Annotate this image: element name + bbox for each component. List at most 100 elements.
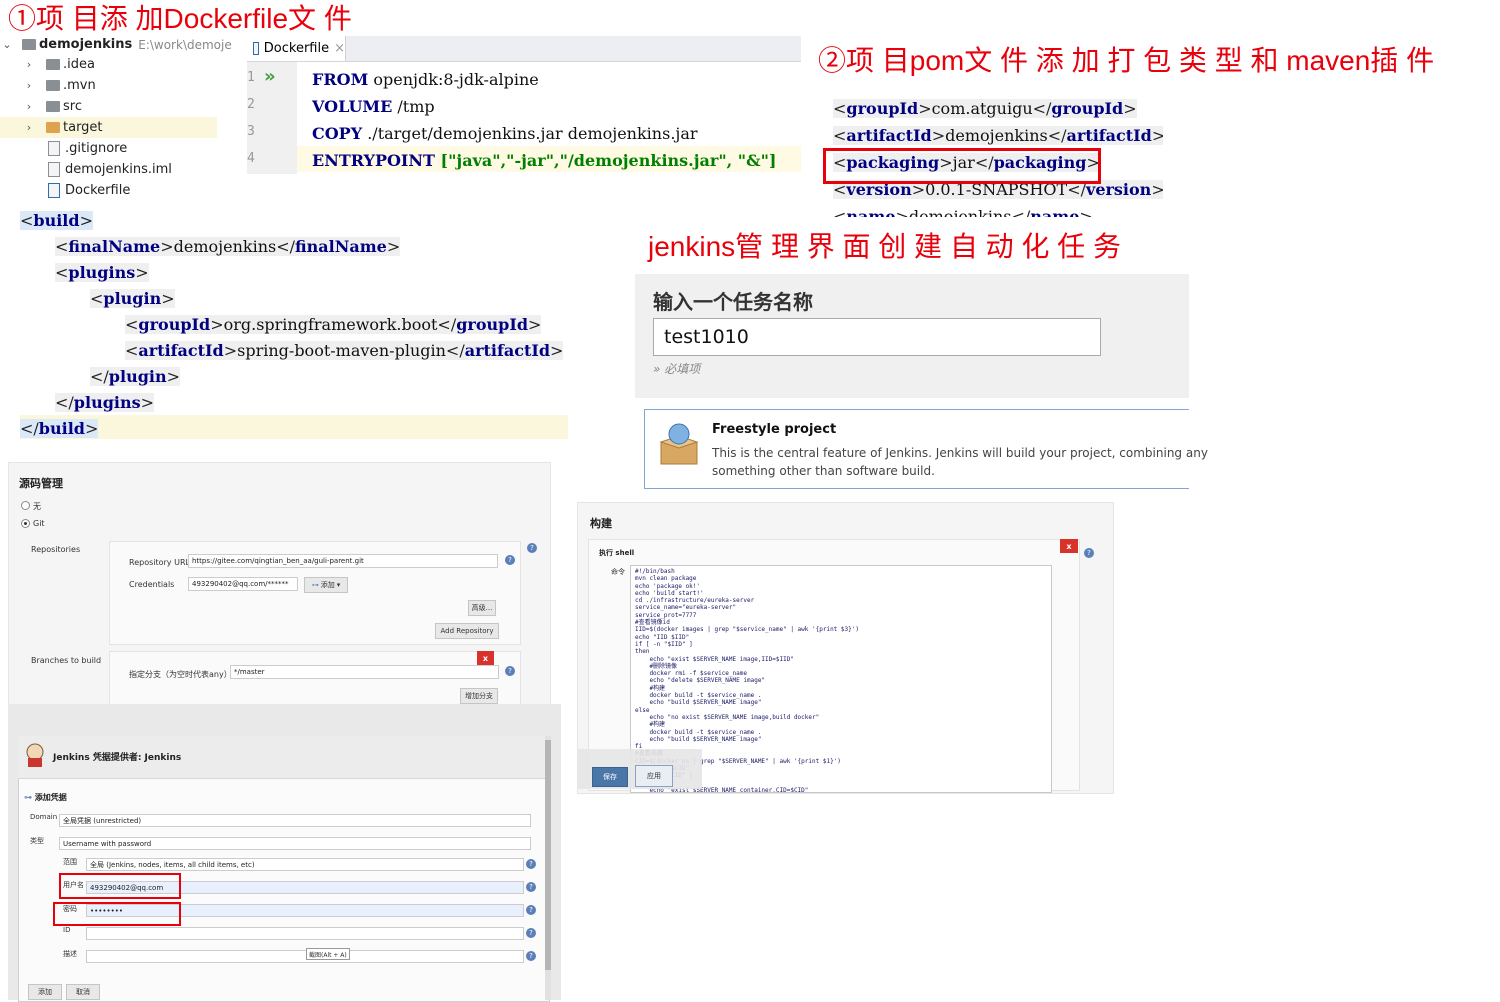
pom-line-groupid: <groupId>com.atguigu</groupId> xyxy=(833,99,1137,118)
add-credentials-label: 添加 xyxy=(320,581,335,589)
packaging-highlight-box xyxy=(823,148,1101,184)
keyword: VOLUME xyxy=(312,97,393,116)
cancel-button[interactable]: 取消 xyxy=(66,984,100,1000)
help-icon[interactable]: ? xyxy=(526,951,536,961)
code-text: openjdk:8-jdk-alpine xyxy=(368,70,539,89)
section-label: 添加凭据 xyxy=(34,793,67,802)
add-credentials-button[interactable]: ⊶ 添加 ▾ xyxy=(304,577,348,593)
freestyle-project-icon xyxy=(655,420,703,468)
apply-button[interactable]: 应用 xyxy=(635,765,673,787)
help-icon[interactable]: ? xyxy=(505,555,515,565)
branch-spec-input[interactable]: */master xyxy=(230,665,499,679)
close-icon[interactable]: × xyxy=(334,41,345,56)
code-line: COPY ./target/demojenkins.jar demojenkin… xyxy=(312,124,698,143)
tree-item-idea[interactable]: › .idea xyxy=(0,54,247,75)
radio-none[interactable] xyxy=(21,501,30,510)
add-repository-button[interactable]: Add Repository xyxy=(435,623,499,639)
build-panel: 构建 执行 shell x ? 命令 #!/bin/bash mvn clean… xyxy=(577,502,1114,794)
freestyle-desc-1: This is the central feature of Jenkins. … xyxy=(712,446,1208,460)
folder-icon xyxy=(46,122,60,133)
command-label: 命令 xyxy=(611,568,625,576)
help-icon[interactable]: ? xyxy=(526,882,536,892)
xml-plugins-open: <plugins> xyxy=(55,263,149,282)
keyword: COPY xyxy=(312,124,363,143)
shell-step-title: 执行 shell xyxy=(599,549,635,557)
tree-item-gitignore[interactable]: .gitignore xyxy=(0,138,247,159)
tree-root[interactable]: ⌄ demojenkins E:\work\demoje xyxy=(0,34,247,55)
add-branch-button[interactable]: 增加分支 xyxy=(460,688,498,704)
tree-item-label: target xyxy=(63,120,103,135)
repo-url-label: Repository URL xyxy=(129,558,190,567)
tree-item-label: .mvn xyxy=(63,78,96,93)
dialog-scrollbar[interactable] xyxy=(545,736,551,1000)
delete-step-button[interactable]: x xyxy=(1060,539,1078,553)
chevron-right-icon[interactable]: › xyxy=(22,79,36,92)
credentials-dialog-title: Jenkins 凭据提供者: Jenkins xyxy=(53,753,182,763)
line-highlight xyxy=(20,415,568,439)
freestyle-project-option[interactable]: Freestyle project This is the central fe… xyxy=(644,409,1208,489)
code-line: ENTRYPOINT ["java","-jar","/demojenkins.… xyxy=(312,151,776,170)
annotation-step1: ①项 目添 加Dockerfile文 件 xyxy=(8,3,352,34)
help-icon[interactable]: ? xyxy=(1084,548,1094,558)
repo-url-input[interactable]: https://gitee.com/qingtian_ben_aa/guli-p… xyxy=(188,554,498,568)
tree-item-label: demojenkins.iml xyxy=(65,162,172,177)
advanced-button[interactable]: 高级... xyxy=(468,600,496,616)
id-input[interactable] xyxy=(86,927,524,940)
line-number: 4 xyxy=(247,151,255,166)
tree-item-dockerfile[interactable]: Dockerfile xyxy=(0,180,247,201)
code-editor[interactable]: FROM openjdk:8-jdk-alpine VOLUME /tmp CO… xyxy=(297,62,801,174)
tree-item-src[interactable]: › src xyxy=(0,96,247,117)
add-credentials-section: ⊶ 添加凭据 xyxy=(24,792,67,803)
tree-root-label: demojenkins xyxy=(39,37,133,52)
tree-item-label: Dockerfile xyxy=(65,183,131,198)
help-icon[interactable]: ? xyxy=(527,543,537,553)
pom-groupid-value: com.atguigu xyxy=(931,99,1033,118)
jenkins-logo-icon xyxy=(24,742,46,768)
xml-build-close: </build> xyxy=(20,419,99,438)
delete-branch-button[interactable]: x xyxy=(477,651,494,665)
scm-panel: 源码管理 无 Git Repositories Repository URL h… xyxy=(8,462,551,719)
run-icon[interactable]: » xyxy=(264,66,276,87)
required-hint: » 必填项 xyxy=(653,362,701,376)
help-icon[interactable]: ? xyxy=(526,928,536,938)
keyword: ENTRYPOINT xyxy=(312,151,435,170)
help-icon[interactable]: ? xyxy=(526,905,536,915)
scope-select[interactable]: 全局 (Jenkins, nodes, items, all child ite… xyxy=(86,858,524,871)
plugin-groupid-value: org.springframework.boot xyxy=(223,315,438,334)
screenshot-tooltip: 截图(Alt + A) xyxy=(306,948,350,960)
username-highlight-box xyxy=(59,873,181,899)
annotation-step3: jenkins管 理 界 面 创 建 自 动 化 任 务 xyxy=(648,231,1121,262)
tree-item-mvn[interactable]: › .mvn xyxy=(0,75,247,96)
editor-gutter: 1 » 2 3 4 xyxy=(247,62,297,174)
radio-git[interactable] xyxy=(21,519,30,528)
folder-icon xyxy=(46,59,60,70)
tab-dockerfile[interactable]: Dockerfile × xyxy=(247,36,346,61)
credentials-dialog: Jenkins 凭据提供者: Jenkins ⊶ 添加凭据 Domain 全局凭… xyxy=(8,704,561,1002)
item-name-input[interactable]: test1010 xyxy=(653,318,1101,356)
save-button[interactable]: 保存 xyxy=(592,767,628,787)
chevron-right-icon[interactable]: › xyxy=(22,121,36,134)
help-icon[interactable]: ? xyxy=(505,666,515,676)
description-input[interactable] xyxy=(86,950,524,963)
code-text: ./target/demojenkins.jar demojenkins.jar xyxy=(362,124,698,143)
freestyle-title: Freestyle project xyxy=(712,422,837,437)
add-button[interactable]: 添加 xyxy=(28,984,62,1000)
chevron-right-icon[interactable]: › xyxy=(22,58,36,71)
pom-line-name: <name>demojenkins</name> xyxy=(833,207,1093,217)
code-text: /tmp xyxy=(392,97,435,116)
code-line: VOLUME /tmp xyxy=(312,97,435,116)
tree-item-target[interactable]: › target xyxy=(0,117,217,138)
docker-file-icon xyxy=(253,42,259,55)
pom-artifactid-value: demojenkins xyxy=(945,126,1048,145)
chevron-right-icon[interactable]: › xyxy=(22,100,36,113)
tree-item-iml[interactable]: demojenkins.iml xyxy=(0,159,247,180)
xml-finalname: <finalName>demojenkins</finalName> xyxy=(55,237,401,256)
line-number: 2 xyxy=(247,97,255,112)
domain-select[interactable]: 全局凭据 (unrestricted) xyxy=(59,814,531,827)
kind-select[interactable]: Username with password xyxy=(59,837,531,850)
keyword: FROM xyxy=(312,70,369,89)
credentials-select[interactable]: 493290402@qq.com/****** xyxy=(188,577,298,591)
tree-root-path: E:\work\demoje xyxy=(138,37,232,52)
help-icon[interactable]: ? xyxy=(526,859,536,869)
chevron-down-icon[interactable]: ⌄ xyxy=(0,38,14,51)
